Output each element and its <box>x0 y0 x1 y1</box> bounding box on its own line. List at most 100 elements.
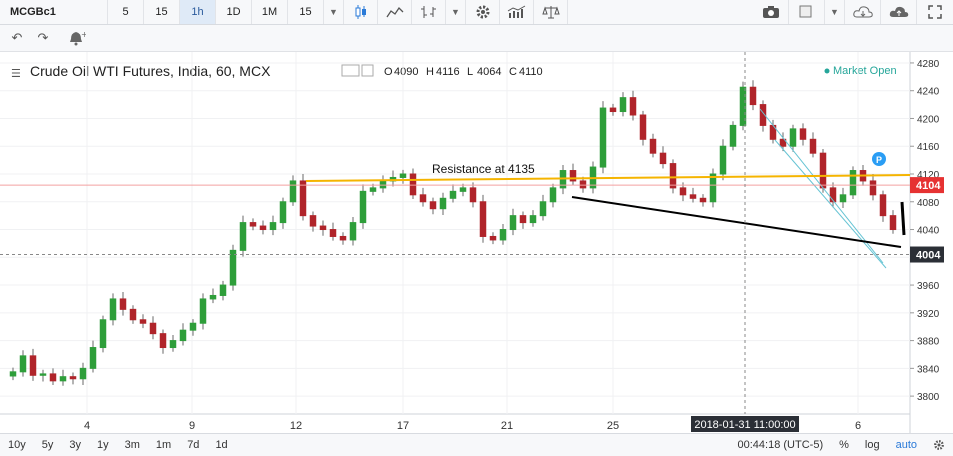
candle-body <box>529 215 537 224</box>
bar-style-icon[interactable] <box>412 0 446 24</box>
ohlc-close-label: C <box>509 66 517 78</box>
candle-body <box>889 215 897 231</box>
price-tick-label: 3840 <box>917 364 940 375</box>
price-tick-label: 4040 <box>917 226 940 237</box>
candle-body <box>69 376 77 380</box>
range-1m[interactable]: 1m <box>148 434 179 456</box>
ohlc-high-value: 4116 <box>436 66 460 78</box>
gear-icon[interactable] <box>466 0 500 24</box>
crosshair-time-label: 2018-01-31 11:00:00 <box>694 419 795 431</box>
candles-icon[interactable] <box>344 0 378 24</box>
time-tick-label: 12 <box>290 420 302 432</box>
compare-icon[interactable] <box>534 0 568 24</box>
candle-body <box>39 373 47 376</box>
candle-body <box>209 294 217 300</box>
range-5y[interactable]: 5y <box>34 434 62 456</box>
plot-background <box>0 52 910 433</box>
camera-icon[interactable] <box>753 0 789 24</box>
top-toolbar: MCGBc1 5 15 1h 1D 1M 15 ▼ ▼ ▼ <box>0 0 953 25</box>
timeframe-15-month[interactable]: 15 <box>288 0 324 24</box>
percent-toggle[interactable]: % <box>831 434 857 456</box>
candle-body <box>659 152 667 165</box>
candle-body <box>29 355 37 376</box>
secondary-toolbar: ↶ ↷ + <box>0 25 953 52</box>
layout-dropdown-icon[interactable]: ▼ <box>825 0 845 24</box>
candle-body <box>439 197 447 210</box>
square-icon[interactable] <box>789 0 825 24</box>
candle-body <box>749 86 757 106</box>
candle-body <box>649 138 657 154</box>
fullscreen-icon[interactable] <box>917 0 953 24</box>
candle-body <box>609 107 617 113</box>
crosshair-price-label: 4004 <box>916 250 941 262</box>
candle-body <box>229 249 237 286</box>
log-toggle[interactable]: log <box>857 434 888 456</box>
range-3m[interactable]: 3m <box>117 434 148 456</box>
clock: 00:44:18 (UTC-5) <box>737 439 824 451</box>
chart-type-dropdown-icon[interactable]: ▼ <box>446 0 466 24</box>
candle-body <box>119 298 127 310</box>
indicators-icon[interactable] <box>500 0 534 24</box>
candle-body <box>189 322 197 331</box>
candle-body <box>489 235 497 241</box>
candle-body <box>699 197 707 203</box>
settings-gear-icon[interactable] <box>925 434 953 456</box>
add-alert-icon[interactable]: + <box>64 27 90 49</box>
timeframe-15[interactable]: 15 <box>144 0 180 24</box>
timeframe-1m[interactable]: 1M <box>252 0 288 24</box>
cloud-upload-icon[interactable] <box>881 0 917 24</box>
symbol-field[interactable]: MCGBc1 <box>0 0 108 24</box>
range-7d[interactable]: 7d <box>179 434 207 456</box>
candle-body <box>689 194 697 199</box>
ohlc-low-value: 4064 <box>477 66 501 78</box>
resistance-label: Resistance at 4135 <box>432 162 535 176</box>
candle-body <box>369 187 377 192</box>
timeframe-1h[interactable]: 1h <box>180 0 216 24</box>
timeframe-5[interactable]: 5 <box>108 0 144 24</box>
timeframe-1d[interactable]: 1D <box>216 0 252 24</box>
candle-body <box>629 97 637 116</box>
current-price-tag-label: 4104 <box>916 180 941 192</box>
candle-body <box>869 180 877 196</box>
chart-title: Crude Oil WTI Futures, India, 60, MCX <box>30 63 271 79</box>
price-tick-label: 3880 <box>917 337 940 348</box>
candle-body <box>799 128 807 140</box>
candle-body <box>319 225 327 231</box>
range-1y[interactable]: 1y <box>89 434 117 456</box>
undo-icon[interactable]: ↶ <box>4 27 30 49</box>
chart-area[interactable]: ☰ Crude Oil WTI Futures, India, 60, MCX … <box>0 52 953 433</box>
area-chart-icon[interactable] <box>378 0 412 24</box>
candle-body <box>579 180 587 189</box>
candle-body <box>139 319 147 324</box>
price-tick-label: 4200 <box>917 114 940 125</box>
bottom-toolbar: 10y 5y 3y 1y 3m 1m 7d 1d 00:44:18 (UTC-5… <box>0 433 953 456</box>
cloud-download-icon[interactable] <box>845 0 881 24</box>
time-tick-label: 9 <box>189 420 195 432</box>
candle-body <box>19 355 27 373</box>
range-10y[interactable]: 10y <box>0 434 34 456</box>
price-tick-label: 3920 <box>917 309 940 320</box>
ohlc-open-value: 4090 <box>394 66 418 78</box>
collapse-legend-icon[interactable]: ☰ <box>11 67 21 80</box>
market-status-dot <box>824 68 830 74</box>
candle-body <box>539 201 547 217</box>
candle-body <box>79 367 87 380</box>
candle-body <box>309 215 317 227</box>
candle-body <box>809 138 817 154</box>
candle-body <box>709 173 717 203</box>
candle-body <box>549 187 557 203</box>
candle-body <box>719 145 727 175</box>
range-3y[interactable]: 3y <box>61 434 89 456</box>
interval-dropdown-icon[interactable]: ▼ <box>324 0 344 24</box>
candle-body <box>619 97 627 113</box>
ohlc-open-label: O <box>384 66 393 78</box>
range-1d[interactable]: 1d <box>207 434 235 456</box>
time-tick-label: 21 <box>501 420 513 432</box>
ohlc-high-label: H <box>426 66 434 78</box>
price-tick-label: 4280 <box>917 59 940 70</box>
auto-toggle[interactable]: auto <box>888 434 925 456</box>
redo-icon[interactable]: ↷ <box>30 27 56 49</box>
candle-body <box>679 187 687 196</box>
price-tick-label: 3800 <box>917 392 940 403</box>
price-tick-label: 4080 <box>917 198 940 209</box>
